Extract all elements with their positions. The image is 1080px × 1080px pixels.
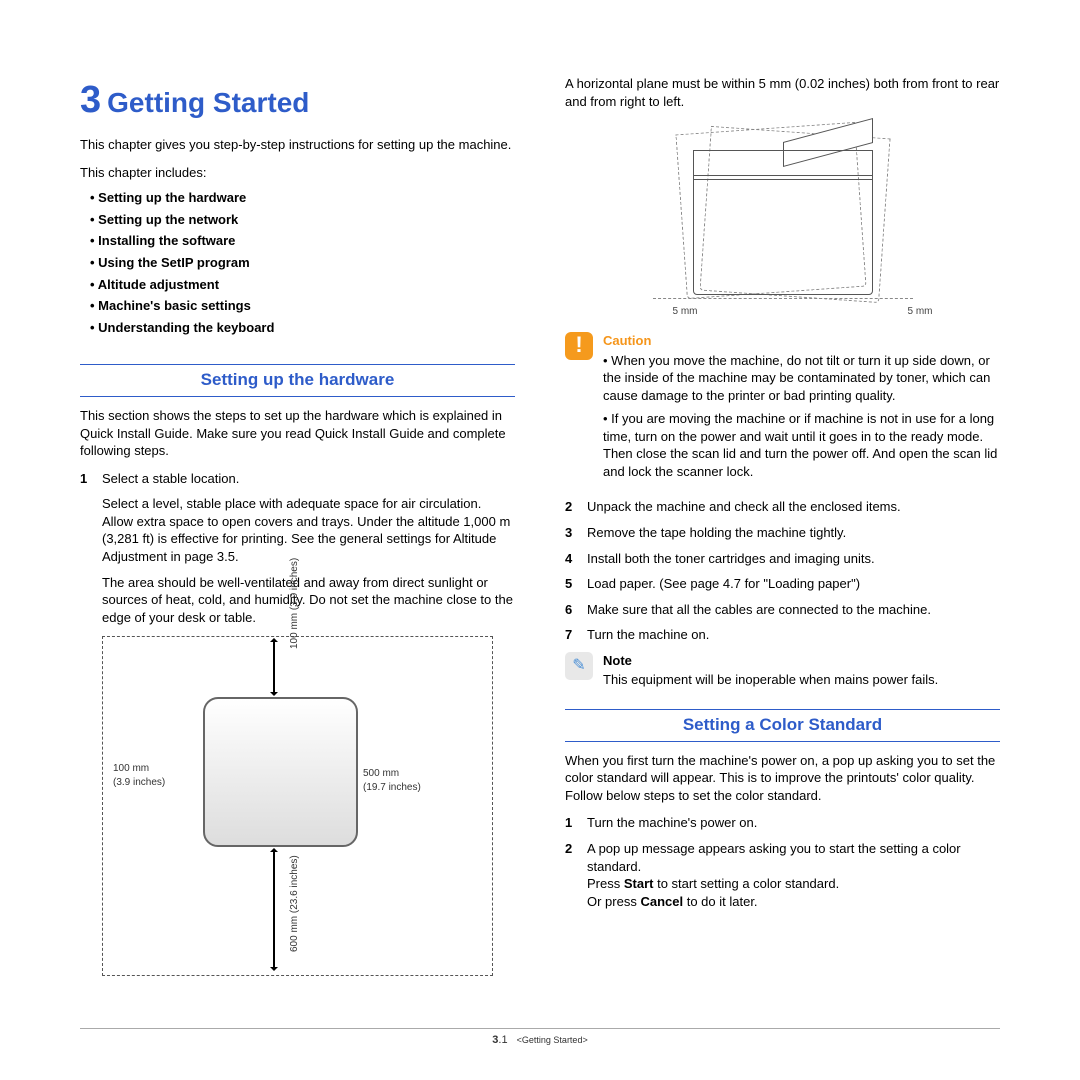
toc-item: Machine's basic settings bbox=[90, 297, 515, 315]
printer-side-icon bbox=[693, 130, 873, 295]
step-text: Install both the toner cartridges and im… bbox=[587, 550, 1000, 568]
mm-label: 5 mm bbox=[908, 305, 933, 319]
step-number: 3 bbox=[565, 524, 587, 542]
step-text: Make sure that all the cables are connec… bbox=[587, 601, 1000, 619]
caution-label: Caution bbox=[603, 332, 1000, 350]
step-number: 5 bbox=[565, 575, 587, 593]
chapter-number: 3 bbox=[80, 79, 101, 121]
note-label: Note bbox=[603, 652, 938, 670]
toc-list: Setting up the hardware Setting up the n… bbox=[80, 189, 515, 336]
step-number: 4 bbox=[565, 550, 587, 568]
chapter-intro: This chapter gives you step-by-step inst… bbox=[80, 136, 515, 154]
caution-box: ! Caution When you move the machine, do … bbox=[565, 332, 1000, 486]
arrow-icon bbox=[273, 642, 275, 692]
step-number: 2 bbox=[565, 498, 587, 516]
left-column: 3Getting Started This chapter gives you … bbox=[80, 75, 515, 976]
step-number: 6 bbox=[565, 601, 587, 619]
toc-item: Using the SetIP program bbox=[90, 254, 515, 272]
dim-label-top: 100 mm (3.9 inches) bbox=[288, 558, 302, 649]
chapter-title: 3Getting Started bbox=[80, 75, 515, 126]
step-number: 1 bbox=[80, 470, 102, 488]
page-footer: 3.1 <Getting Started> bbox=[80, 1028, 1000, 1048]
section-heading-hardware: Setting up the hardware bbox=[80, 364, 515, 397]
section-heading-color: Setting a Color Standard bbox=[565, 709, 1000, 742]
dash-line-icon bbox=[653, 298, 913, 299]
footer-chapter: <Getting Started> bbox=[517, 1035, 588, 1045]
section1-intro: This section shows the steps to set up t… bbox=[80, 407, 515, 460]
toc-item: Setting up the network bbox=[90, 211, 515, 229]
toc-item: Installing the software bbox=[90, 232, 515, 250]
step-text: Select a stable location. bbox=[102, 470, 515, 488]
printer-top-icon bbox=[203, 697, 358, 847]
dim-label-bottom: 600 mm (23.6 inches) bbox=[288, 855, 302, 952]
caution-icon: ! bbox=[565, 332, 593, 360]
level-intro: A horizontal plane must be within 5 mm (… bbox=[565, 75, 1000, 110]
step-text: A pop up message appears asking you to s… bbox=[587, 840, 1000, 910]
note-box: ✎ Note This equipment will be inoperable… bbox=[565, 652, 1000, 689]
step-detail: Select a level, stable place with adequa… bbox=[102, 495, 515, 565]
step-number: 2 bbox=[565, 840, 587, 910]
toc-item: Altitude adjustment bbox=[90, 276, 515, 294]
step-text: Load paper. (See page 4.7 for "Loading p… bbox=[587, 575, 1000, 593]
right-column: A horizontal plane must be within 5 mm (… bbox=[565, 75, 1000, 976]
chapter-name: Getting Started bbox=[107, 87, 309, 118]
step-text: Unpack the machine and check all the enc… bbox=[587, 498, 1000, 516]
caution-item: If you are moving the machine or if mach… bbox=[603, 410, 1000, 480]
note-text: This equipment will be inoperable when m… bbox=[603, 671, 938, 689]
page-number-minor: .1 bbox=[498, 1034, 507, 1046]
step-text: Remove the tape holding the machine tigh… bbox=[587, 524, 1000, 542]
arrow-icon bbox=[273, 852, 275, 967]
step-number: 1 bbox=[565, 814, 587, 832]
dim-label-right: 500 mm(19.7 inches) bbox=[363, 767, 421, 794]
toc-item: Setting up the hardware bbox=[90, 189, 515, 207]
toc-item: Understanding the keyboard bbox=[90, 319, 515, 337]
step-text: Turn the machine's power on. bbox=[587, 814, 1000, 832]
level-diagram: 5 mm 5 mm bbox=[633, 120, 933, 320]
step-detail: The area should be well-ventilated and a… bbox=[102, 574, 515, 627]
mm-label: 5 mm bbox=[673, 305, 698, 319]
clearance-diagram: 100 mm (3.9 inches) 100 mm(3.9 inches) 5… bbox=[102, 636, 493, 976]
step-row: 1 Select a stable location. bbox=[80, 470, 515, 488]
caution-item: When you move the machine, do not tilt o… bbox=[603, 352, 1000, 405]
step-number: 7 bbox=[565, 626, 587, 644]
note-icon: ✎ bbox=[565, 652, 593, 680]
section2-intro: When you first turn the machine's power … bbox=[565, 752, 1000, 805]
dim-label-left: 100 mm(3.9 inches) bbox=[113, 762, 165, 789]
includes-label: This chapter includes: bbox=[80, 164, 515, 182]
step-text: Turn the machine on. bbox=[587, 626, 1000, 644]
